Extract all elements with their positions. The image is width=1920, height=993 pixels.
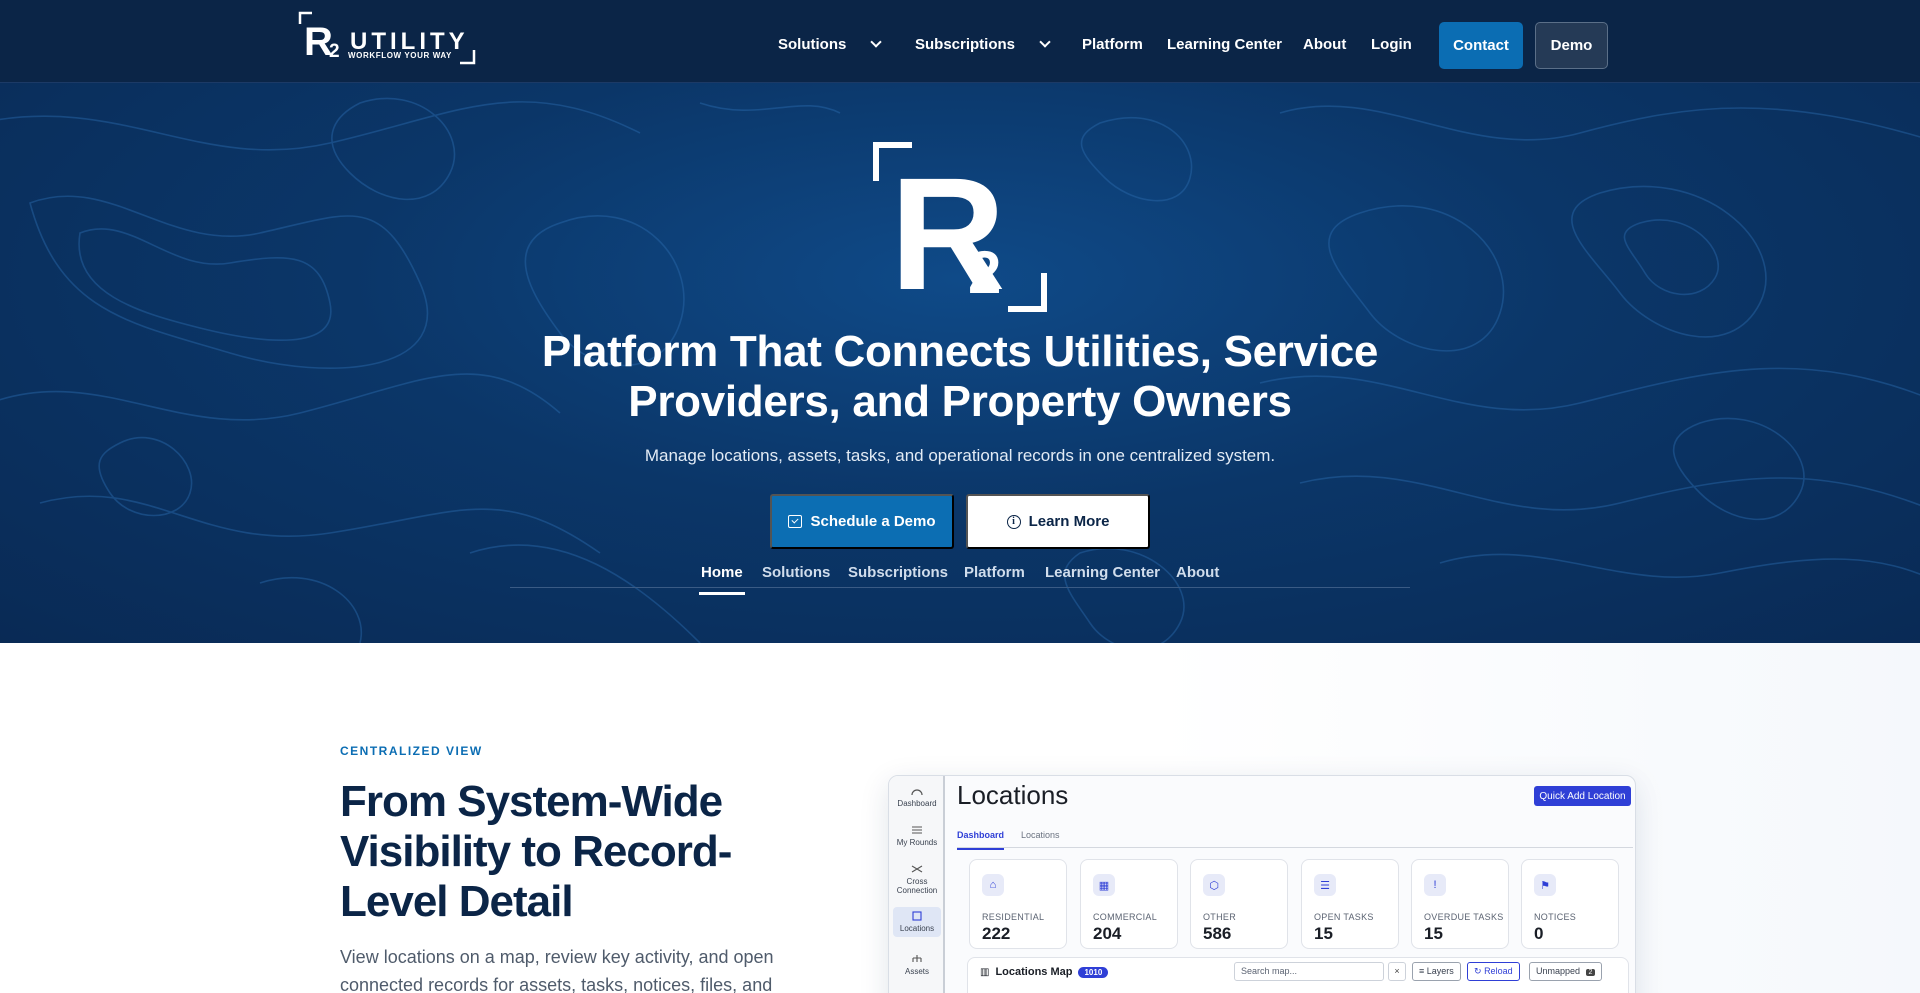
card-label: OTHER (1203, 912, 1236, 922)
schedule-demo-button[interactable]: Schedule a Demo (770, 494, 954, 549)
alert-circle-icon: ! (1424, 874, 1446, 896)
mockup-map-title: ▥ Locations Map 1010 (980, 966, 1109, 978)
mockup-card-overdue-tasks: ! OVERDUE TASKS 15 (1411, 859, 1509, 949)
mockup-map-layers-button: ≡ Layers (1412, 962, 1461, 981)
info-icon: i (1006, 514, 1021, 529)
mockup-sidebar-my-rounds: My Rounds (893, 825, 941, 847)
app-screenshot-mockup: Dashboard My Rounds Cross Connection Loc… (888, 775, 1636, 993)
card-value: 204 (1093, 924, 1122, 943)
section-title: From System-Wide Visibility to Record-Le… (340, 777, 732, 926)
shuffle-icon (911, 865, 923, 873)
card-value: 0 (1534, 924, 1544, 943)
mockup-card-open-tasks: ☰ OPEN TASKS 15 (1301, 859, 1399, 949)
building-icon (912, 911, 922, 921)
schedule-demo-label: Schedule a Demo (810, 513, 936, 530)
mockup-sidebar-assets: Assets (893, 954, 941, 976)
mockup-locations-map: ▥ Locations Map 1010 Search map... × ≡ L… (967, 957, 1629, 993)
subnav-platform[interactable]: Platform (964, 564, 1025, 588)
card-value: 222 (982, 924, 1011, 943)
nav-solutions[interactable]: Solutions (778, 36, 882, 53)
mockup-card-notices: ⚑ NOTICES 0 (1521, 859, 1619, 949)
layers-icon: ≡ (1419, 966, 1425, 976)
hero-section: R 2 Platform That Connects Utilities, Se… (0, 83, 1920, 643)
hero-subtitle: Manage locations, assets, tasks, and ope… (644, 446, 1276, 465)
section-eyebrow: CENTRALIZED VIEW (340, 744, 483, 758)
card-label: COMMERCIAL (1093, 912, 1158, 922)
nav-login[interactable]: Login (1371, 36, 1412, 53)
mockup-tabs: Dashboard Locations (957, 828, 1633, 850)
mockup-map-title-label: Locations Map (995, 966, 1073, 978)
cube-icon: ⬡ (1203, 874, 1225, 896)
card-label: OPEN TASKS (1314, 912, 1374, 922)
mockup-tab-locations: Locations (1021, 830, 1060, 840)
brand-tagline: WORKFLOW YOUR WAY (348, 51, 452, 60)
nav-subscriptions[interactable]: Subscriptions (915, 36, 1051, 53)
hierarchy-icon (912, 955, 922, 962)
nav-learning-center[interactable]: Learning Center (1167, 36, 1282, 53)
mockup-quick-add-button: Quick Add Location (1534, 786, 1631, 806)
list-icon: ☰ (1314, 874, 1336, 896)
card-label: NOTICES (1534, 912, 1577, 922)
demo-button[interactable]: Demo (1535, 22, 1608, 69)
building-icon: ▦ (1093, 874, 1115, 896)
nav-platform[interactable]: Platform (1082, 36, 1143, 53)
mockup-sidebar-assets-label: Assets (904, 967, 929, 976)
mockup-sidebar-locations-label: Locations (899, 924, 935, 933)
subnav-about[interactable]: About (1176, 564, 1219, 588)
mockup-sidebar-dashboard-label: Dashboard (897, 799, 937, 808)
chevron-down-icon (1039, 36, 1051, 48)
subnav-solutions[interactable]: Solutions (762, 564, 830, 588)
mockup-map-clear: × (1388, 962, 1406, 981)
mockup-map-unmapped-count: 2 (1585, 969, 1596, 976)
card-label: RESIDENTIAL (982, 912, 1045, 922)
chevron-down-icon (870, 36, 882, 48)
nav-about[interactable]: About (1303, 36, 1346, 53)
subnav-subscriptions[interactable]: Subscriptions (848, 564, 948, 588)
mockup-sidebar-my-rounds-label: My Rounds (896, 838, 938, 847)
gauge-icon (911, 789, 923, 796)
nav-subscriptions-label: Subscriptions (915, 36, 1016, 53)
mockup-sidebar-cross-connection-label: Cross Connection (896, 877, 938, 895)
subnav-home[interactable]: Home (699, 564, 745, 595)
home-icon: ⌂ (982, 874, 1004, 896)
mockup-map-reload-label: Reload (1484, 966, 1513, 976)
mockup-sidebar-dashboard: Dashboard (893, 786, 941, 808)
mockup-card-other: ⬡ OTHER 586 (1190, 859, 1288, 949)
svg-text:2: 2 (329, 41, 340, 62)
svg-text:2: 2 (968, 239, 1001, 306)
mockup-sidebar-locations: Locations (893, 907, 941, 937)
mockup-card-residential: ⌂ RESIDENTIAL 222 (969, 859, 1067, 949)
map-icon: ▥ (980, 966, 990, 978)
learn-more-label: Learn More (1028, 513, 1110, 530)
nav-solutions-label: Solutions (778, 36, 847, 53)
hero-subnav: Home Solutions Subscriptions Platform Le… (510, 564, 1410, 595)
section-body: View locations on a map, review key acti… (340, 947, 774, 993)
card-value: 586 (1203, 924, 1232, 943)
brand-logo[interactable]: R 2 UTILITY WORKFLOW YOUR WAY (298, 10, 478, 66)
mockup-sidebar-cross-connection: Cross Connection (893, 864, 941, 895)
contact-button[interactable]: Contact (1439, 22, 1523, 69)
flag-icon: ⚑ (1534, 874, 1556, 896)
r2-hero-logo-icon: R 2 (873, 142, 1047, 313)
mockup-page-title: Locations (957, 780, 1069, 810)
calendar-check-icon (788, 515, 803, 528)
mockup-map-layers-label: Layers (1426, 966, 1454, 976)
card-label: OVERDUE TASKS (1424, 912, 1504, 922)
mockup-map-reload-button: ↻ Reload (1467, 962, 1520, 981)
refresh-icon: ↻ (1474, 966, 1482, 976)
mockup-map-count-badge: 1010 (1078, 966, 1109, 978)
mockup-sidebar: Dashboard My Rounds Cross Connection Loc… (889, 776, 945, 993)
card-value: 15 (1314, 924, 1333, 943)
learn-more-button[interactable]: i Learn More (966, 494, 1150, 549)
top-navbar: R 2 UTILITY WORKFLOW YOUR WAY Solutions … (0, 0, 1920, 83)
mockup-card-commercial: ▦ COMMERCIAL 204 (1080, 859, 1178, 949)
card-value: 15 (1424, 924, 1443, 943)
mockup-tab-dashboard: Dashboard (957, 830, 1005, 850)
subnav-learning-center[interactable]: Learning Center (1045, 564, 1160, 588)
mockup-map-search: Search map... (1234, 962, 1384, 981)
list-icon (912, 826, 922, 834)
mockup-map-unmapped-button: Unmapped 2 (1529, 962, 1603, 981)
hero-title: Platform That Connects Utilities, Servic… (541, 327, 1379, 426)
mockup-map-unmapped-label: Unmapped (1536, 966, 1581, 976)
